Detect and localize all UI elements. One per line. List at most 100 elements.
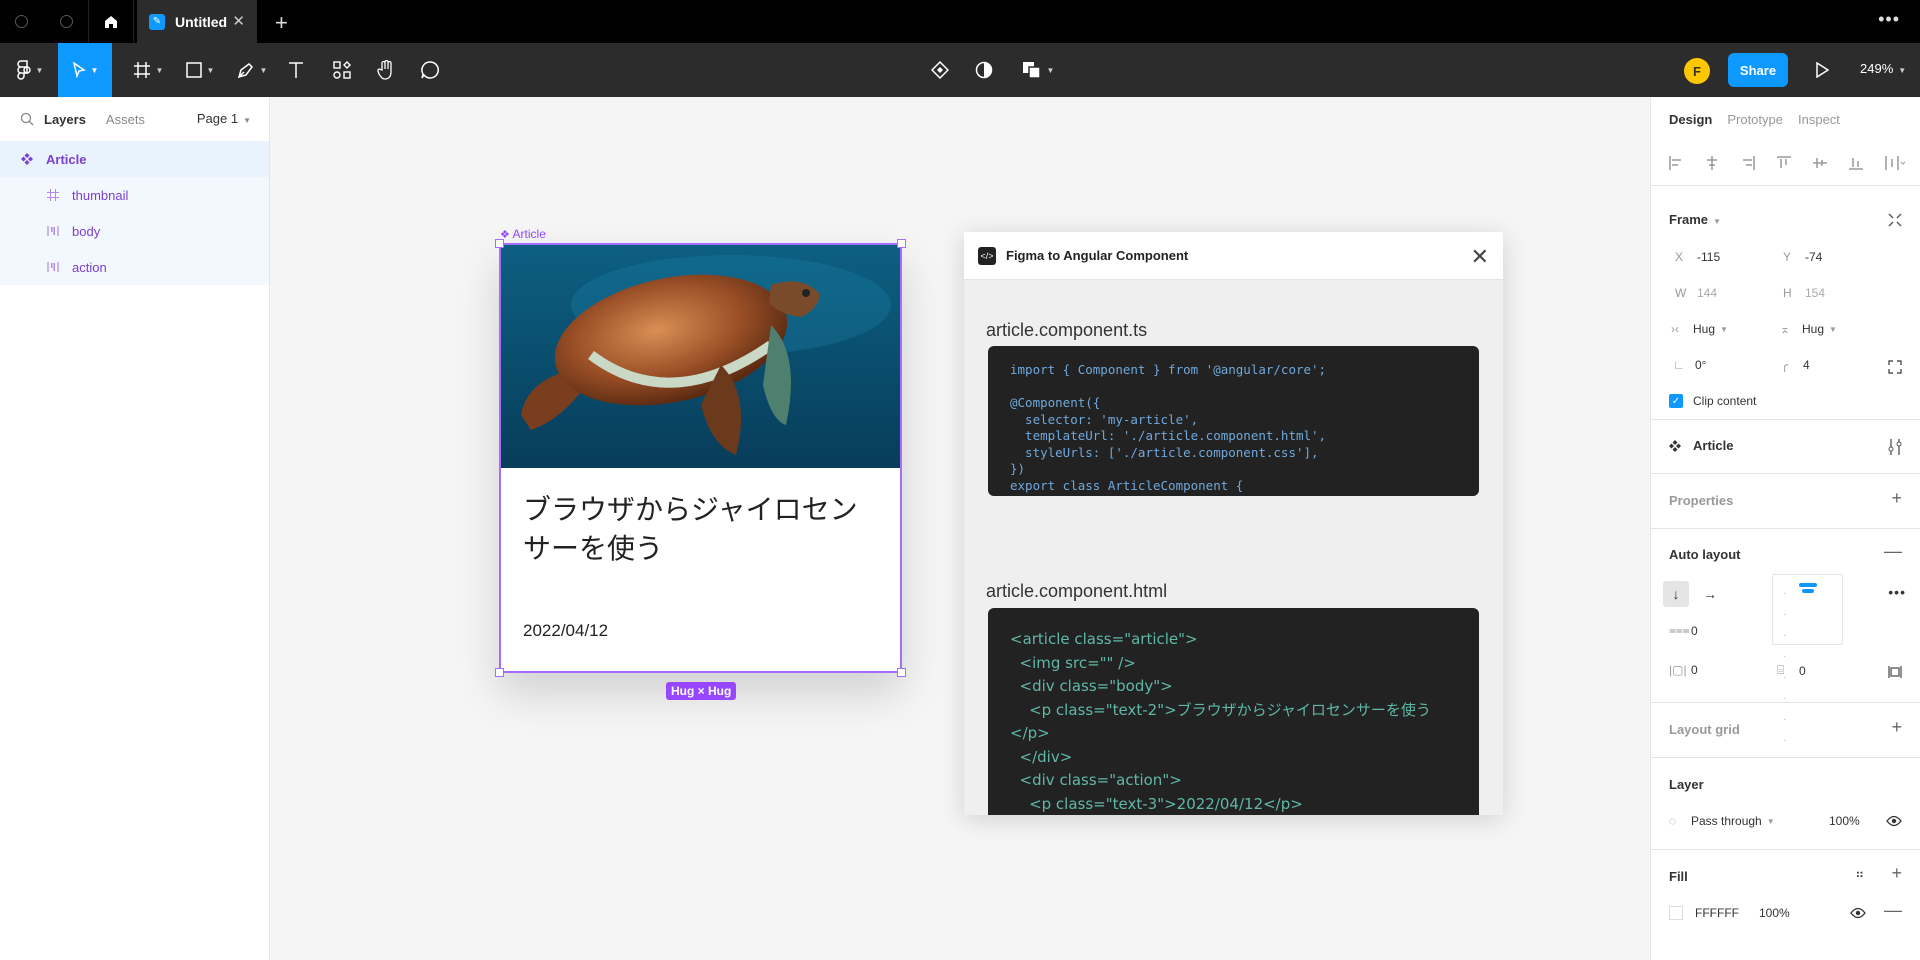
add-fill-button[interactable]: + xyxy=(1891,863,1902,884)
page-name: Page 1 xyxy=(196,111,239,126)
frame-name-label[interactable]: ❖ Article xyxy=(500,227,546,241)
width-sizing-select[interactable]: ›‹ Hug ▼ xyxy=(1671,322,1728,336)
style-grid-icon[interactable]: ⠶ xyxy=(1855,867,1864,881)
advanced-layout-icon[interactable]: ••• xyxy=(1888,584,1906,600)
layer-opacity-field[interactable]: 100% xyxy=(1829,814,1860,828)
layer-thumbnail[interactable]: thumbnail xyxy=(0,177,269,213)
height-sizing-value: Hug xyxy=(1802,322,1825,336)
collapse-icon[interactable] xyxy=(1888,213,1902,227)
home-button[interactable] xyxy=(88,0,134,43)
corner-radius-icon: ╭ xyxy=(1781,358,1789,372)
fill-row[interactable]: FFFFFF xyxy=(1669,906,1739,920)
tab-inspect[interactable]: Inspect xyxy=(1798,112,1840,127)
hand-tool-button[interactable] xyxy=(372,43,400,97)
window-close-icon[interactable] xyxy=(15,15,28,28)
independent-corners-icon[interactable] xyxy=(1888,360,1902,374)
align-center-h-icon[interactable] xyxy=(1705,156,1719,170)
close-icon[interactable]: ✕ xyxy=(1471,244,1489,270)
individual-padding-icon[interactable] xyxy=(1888,665,1902,679)
component-name[interactable]: Article xyxy=(1669,438,1733,453)
rotation-field[interactable]: ∟ 0° xyxy=(1673,358,1706,372)
tab-design[interactable]: Design xyxy=(1669,112,1712,127)
resources-icon xyxy=(333,61,351,79)
vertical-padding-field[interactable]: ⌸ 0 xyxy=(1777,663,1806,678)
component-tool-button[interactable] xyxy=(928,43,952,97)
file-tab[interactable]: ✎ Untitled ✕ xyxy=(137,0,257,43)
more-icon[interactable]: ••• xyxy=(1878,9,1900,30)
frame-tool-button[interactable]: ▼ xyxy=(124,43,172,97)
code-icon: </> xyxy=(978,246,996,265)
ts-code-block[interactable]: import { Component } from '@angular/core… xyxy=(988,346,1479,496)
tab-assets[interactable]: Assets xyxy=(106,112,145,127)
distribute-icon[interactable] xyxy=(1885,156,1907,170)
eye-icon[interactable] xyxy=(1886,815,1902,827)
resources-tool-button[interactable] xyxy=(328,43,356,97)
zoom-menu[interactable]: 249% ▼ xyxy=(1860,61,1906,76)
remove-auto-layout-button[interactable]: — xyxy=(1884,541,1902,562)
horizontal-padding-field[interactable]: |▢| 0 xyxy=(1669,663,1698,677)
close-tab-icon[interactable]: ✕ xyxy=(232,12,245,30)
fill-opacity-field[interactable]: 100% xyxy=(1759,906,1790,920)
fill-swatch[interactable] xyxy=(1669,906,1683,920)
main-menu-button[interactable]: ▼ xyxy=(8,43,52,97)
gap-field[interactable]: ⩶ 0 xyxy=(1669,623,1698,638)
clip-content-checkbox[interactable]: ✓ Clip content xyxy=(1669,394,1756,408)
resize-handle[interactable] xyxy=(897,668,906,677)
new-tab-button[interactable]: + xyxy=(275,10,288,36)
shape-tool-button[interactable]: ▼ xyxy=(176,43,224,97)
blend-icon: ◌ xyxy=(1669,814,1677,828)
align-left-icon[interactable] xyxy=(1669,156,1683,170)
layer-label: thumbnail xyxy=(72,187,129,203)
eye-icon[interactable] xyxy=(1850,907,1866,919)
present-button[interactable] xyxy=(1810,43,1834,97)
article-card[interactable]: ブラウザからジャイロセンサーを使う 2022/04/12 xyxy=(499,243,902,673)
layer-action[interactable]: action xyxy=(0,249,269,285)
w-field[interactable]: W 144 xyxy=(1675,286,1717,300)
share-button[interactable]: Share xyxy=(1728,53,1788,87)
align-bottom-icon[interactable] xyxy=(1849,156,1863,170)
add-layout-grid-button[interactable]: + xyxy=(1891,717,1902,738)
component-icon xyxy=(1669,439,1681,452)
h-field[interactable]: H 154 xyxy=(1783,286,1825,300)
resize-handle[interactable] xyxy=(897,239,906,248)
frame-section-title[interactable]: Frame ▼ xyxy=(1669,212,1721,227)
hand-icon xyxy=(377,60,392,80)
radius-field[interactable]: ╭ 4 xyxy=(1781,358,1810,372)
align-right-icon[interactable] xyxy=(1741,156,1755,170)
x-field[interactable]: X -115 xyxy=(1675,250,1720,264)
page-selector[interactable]: Page 1 ▼ xyxy=(197,111,251,126)
direction-horizontal-button[interactable]: → xyxy=(1697,581,1723,607)
toolbar: ▼ ▼ ▼ ▼ ▼ ▼ F Share 249% ▼ xyxy=(0,43,1920,97)
remove-fill-button[interactable]: — xyxy=(1884,900,1902,921)
layer-article[interactable]: Article xyxy=(0,141,269,177)
tab-prototype[interactable]: Prototype xyxy=(1727,112,1783,127)
window-minimize-icon[interactable] xyxy=(60,15,73,28)
boolean-tool-button[interactable]: ▼ xyxy=(1018,43,1058,97)
user-avatar[interactable]: F xyxy=(1684,58,1710,84)
direction-vertical-button[interactable]: ↓ xyxy=(1663,581,1689,607)
align-center-v-icon[interactable] xyxy=(1813,156,1827,170)
align-toolbar xyxy=(1651,141,1920,185)
html-code-block[interactable]: <article class="article"> <img src="" />… xyxy=(988,608,1479,815)
search-icon[interactable] xyxy=(20,112,34,126)
tab-layers[interactable]: Layers xyxy=(44,112,86,127)
mask-tool-button[interactable] xyxy=(972,43,996,97)
layer-label: body xyxy=(72,223,101,239)
resize-handle[interactable] xyxy=(495,668,504,677)
move-tool-button[interactable]: ▼ xyxy=(58,43,112,97)
blend-mode-select[interactable]: ◌ Pass through ▼ xyxy=(1669,814,1775,828)
text-tool-button[interactable] xyxy=(282,43,310,97)
w-label: W xyxy=(1675,286,1687,300)
comment-tool-button[interactable] xyxy=(416,43,444,97)
align-top-icon[interactable] xyxy=(1777,156,1791,170)
add-property-button[interactable]: + xyxy=(1891,488,1902,509)
resize-handle[interactable] xyxy=(495,239,504,248)
alignment-grid[interactable]: · · · · · · · · xyxy=(1772,574,1843,746)
y-field[interactable]: Y -74 xyxy=(1783,250,1822,264)
autolayout-icon xyxy=(47,226,59,236)
layer-body[interactable]: body xyxy=(0,213,269,249)
adjust-icon[interactable] xyxy=(1888,439,1902,455)
frame-name-text: Article xyxy=(512,227,546,241)
pen-tool-button[interactable]: ▼ xyxy=(228,43,276,97)
height-sizing-select[interactable]: ⌅ Hug ▼ xyxy=(1780,322,1837,336)
